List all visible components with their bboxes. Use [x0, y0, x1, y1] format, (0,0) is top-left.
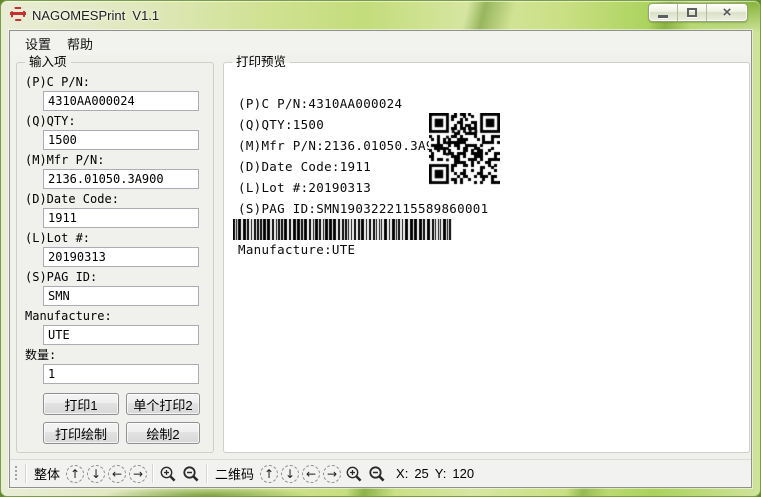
input-fields: (P)C P/N: (Q)QTY: (M)Mfr P/N: (D)Date Co… [17, 63, 213, 384]
field-input-datecode[interactable] [43, 208, 199, 228]
toolbar-separator [25, 464, 26, 483]
qr-label: 二维码 [212, 464, 257, 483]
field-input-pcpn[interactable] [43, 91, 199, 111]
preview-line-manufacture: Manufacture:UTE [238, 242, 355, 257]
arrow-down-icon: ↓ [285, 468, 295, 480]
preview-panel: 打印预览 (P)C P/N:4310AA000024 (Q)QTY:1500 (… [223, 62, 750, 453]
draw2-button[interactable]: 绘制2 [126, 422, 200, 444]
whole-zoom-in-button[interactable] [158, 464, 178, 484]
status-toolbar: 整体 ↑ ↓ ← → 二维码 [10, 459, 751, 487]
menu-bar: 设置 帮助 [10, 31, 751, 55]
app-icon [11, 7, 25, 21]
field-label-mfrpn: (M)Mfr P/N: [25, 153, 213, 167]
field-input-quantity[interactable] [43, 364, 199, 384]
coordinate-y-value: 120 [452, 466, 474, 481]
qr-move-right-button[interactable]: → [323, 465, 341, 483]
qr-move-up-button[interactable]: ↑ [260, 465, 278, 483]
whole-zoom-out-button[interactable] [181, 464, 201, 484]
app-window: NAGOMESPrint V1.1 × 设置 帮助 输入项 (P)C P/N: … [0, 0, 761, 497]
title-bar[interactable]: NAGOMESPrint V1.1 × [1, 1, 760, 30]
maximize-button[interactable] [678, 4, 707, 21]
zoom-out-icon [368, 465, 386, 483]
qr-zoom-in-button[interactable] [344, 464, 364, 484]
field-input-pagid[interactable] [43, 286, 199, 306]
whole-move-down-button[interactable]: ↓ [87, 465, 105, 483]
arrow-left-icon: ← [112, 468, 122, 480]
close-button[interactable]: × [707, 4, 747, 21]
whole-move-up-button[interactable]: ↑ [66, 465, 84, 483]
whole-label: 整体 [31, 464, 63, 483]
client-area: 设置 帮助 输入项 (P)C P/N: (Q)QTY: (M)Mfr P/N: … [9, 30, 752, 488]
arrow-right-icon: → [133, 468, 143, 480]
field-input-qty[interactable] [43, 130, 199, 150]
coordinate-x-label: X: [396, 466, 408, 481]
zoom-in-icon [345, 465, 363, 483]
arrow-up-icon: ↑ [70, 468, 80, 480]
minimize-icon [658, 15, 668, 18]
whole-move-left-button[interactable]: ← [108, 465, 126, 483]
print-draw-button[interactable]: 打印绘制 [43, 422, 119, 444]
input-panel: 输入项 (P)C P/N: (Q)QTY: (M)Mfr P/N: (D)Dat… [16, 62, 214, 453]
field-label-quantity: 数量: [25, 348, 213, 362]
field-label-manufacture: Manufacture: [25, 309, 213, 323]
arrow-right-icon: → [327, 468, 337, 480]
field-input-manufacture[interactable] [43, 325, 199, 345]
arrow-up-icon: ↑ [264, 468, 274, 480]
menu-help[interactable]: 帮助 [59, 31, 101, 56]
zoom-in-icon [159, 465, 177, 483]
qr-move-down-button[interactable]: ↓ [281, 465, 299, 483]
menu-settings[interactable]: 设置 [17, 31, 59, 56]
arrow-down-icon: ↓ [91, 468, 101, 480]
field-label-datecode: (D)Date Code: [25, 192, 213, 206]
qr-code-image [429, 113, 500, 185]
single-print2-button[interactable]: 单个打印2 [126, 393, 200, 415]
arrow-left-icon: ← [306, 468, 316, 480]
zoom-out-icon [182, 465, 200, 483]
maximize-icon [687, 8, 697, 17]
print1-button[interactable]: 打印1 [43, 393, 119, 415]
toolbar-separator [152, 464, 153, 483]
field-label-pcpn: (P)C P/N: [25, 75, 213, 89]
toolbar-separator [206, 464, 207, 483]
window-controls: × [648, 3, 748, 22]
window-title: NAGOMESPrint V1.1 [32, 8, 159, 23]
input-panel-title: 输入项 [25, 55, 71, 70]
minimize-button[interactable] [649, 4, 678, 21]
preview-panel-title: 打印预览 [232, 55, 290, 70]
field-input-mfrpn[interactable] [43, 169, 199, 189]
coordinate-x-value: 25 [414, 466, 428, 481]
field-input-lot[interactable] [43, 247, 199, 267]
whole-move-right-button[interactable]: → [129, 465, 147, 483]
field-label-lot: (L)Lot #: [25, 231, 213, 245]
close-icon: × [723, 5, 732, 20]
toolbar-grip[interactable] [14, 465, 18, 482]
coordinate-y-label: Y: [435, 466, 447, 481]
coordinate-readout: X: 25 Y: 120 [396, 466, 474, 481]
qr-zoom-out-button[interactable] [367, 464, 387, 484]
barcode-image [233, 219, 452, 240]
qr-move-left-button[interactable]: ← [302, 465, 320, 483]
field-label-qty: (Q)QTY: [25, 114, 213, 128]
main-area: 输入项 (P)C P/N: (Q)QTY: (M)Mfr P/N: (D)Dat… [10, 55, 751, 458]
field-label-pagid: (S)PAG ID: [25, 270, 213, 284]
